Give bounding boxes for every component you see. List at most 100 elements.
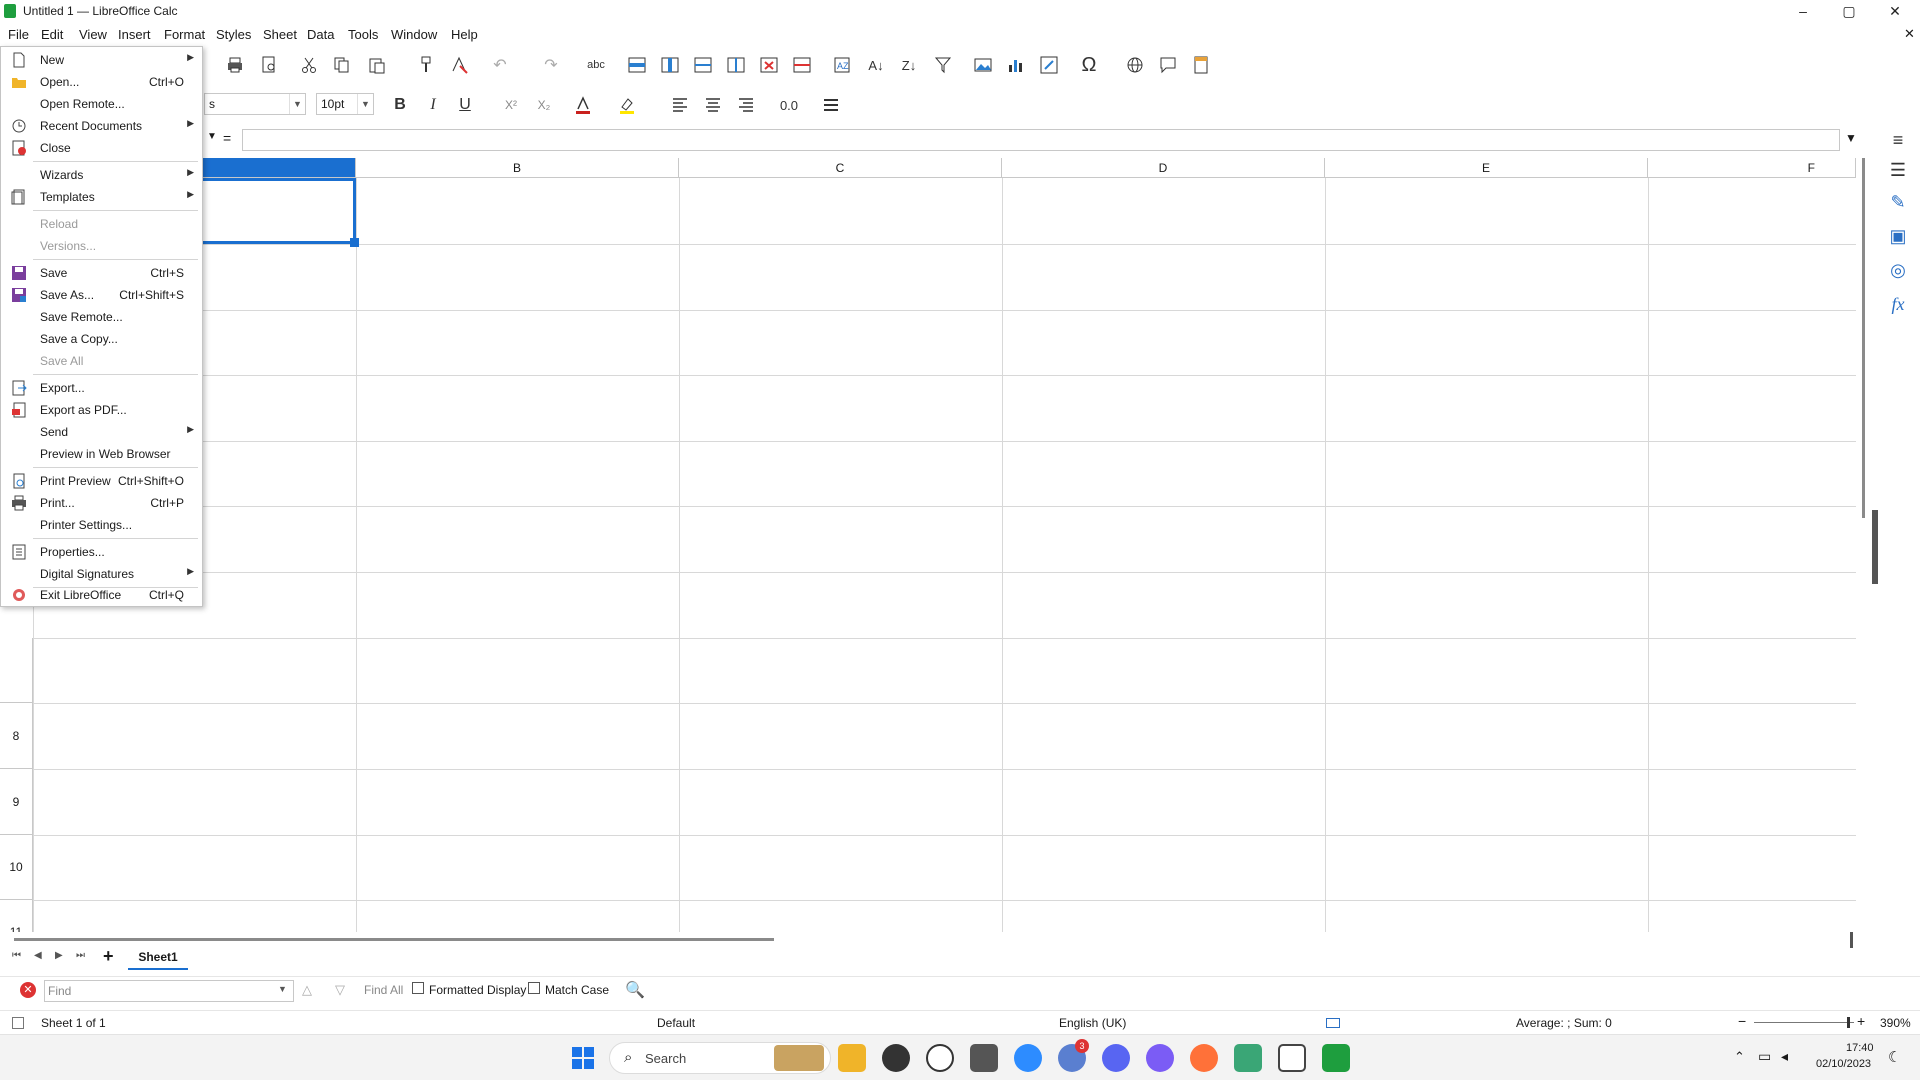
align-right-icon[interactable] bbox=[733, 92, 759, 118]
subscript-button[interactable]: X₂ bbox=[531, 92, 557, 118]
calculator-icon[interactable] bbox=[970, 1044, 998, 1072]
find-history-icon[interactable]: ▼ bbox=[278, 984, 287, 994]
sidebar-menu-icon[interactable]: ≡ bbox=[1886, 130, 1910, 154]
menu-item-save-remote[interactable]: Save Remote... bbox=[1, 306, 202, 328]
selection-summary[interactable]: Average: ; Sum: 0 bbox=[1516, 1016, 1612, 1030]
zoom-slider-thumb[interactable] bbox=[1847, 1017, 1850, 1028]
menu-item-digital-signatures[interactable]: Digital Signatures ▶ bbox=[1, 563, 202, 585]
clone-formatting-icon[interactable] bbox=[413, 52, 439, 78]
column-header-e[interactable]: E bbox=[1325, 158, 1648, 178]
comment-icon[interactable] bbox=[1155, 52, 1181, 78]
messenger-icon[interactable] bbox=[1146, 1044, 1174, 1072]
menu-item-wizards[interactable]: Wizards ▶ bbox=[1, 164, 202, 186]
spelling-icon[interactable]: abc bbox=[583, 52, 609, 78]
scrollbar-thumb[interactable] bbox=[1862, 158, 1865, 518]
menu-file[interactable]: File bbox=[8, 27, 29, 42]
row-header-9[interactable]: 9 bbox=[0, 769, 33, 835]
menu-item-save[interactable]: Save Ctrl+S bbox=[1, 262, 202, 284]
menu-item-open[interactable]: Open... Ctrl+O bbox=[1, 71, 202, 93]
menu-help[interactable]: Help bbox=[451, 27, 478, 42]
headers-footers-icon[interactable] bbox=[1188, 52, 1214, 78]
column-header-b[interactable]: B bbox=[356, 158, 679, 178]
paste-icon[interactable] bbox=[364, 52, 390, 78]
navigator-icon[interactable]: ◎ bbox=[1886, 260, 1910, 284]
menu-item-save-a-copy[interactable]: Save a Copy... bbox=[1, 328, 202, 350]
menu-item-preview-in-web-browser[interactable]: Preview in Web Browser bbox=[1, 443, 202, 465]
borders-icon[interactable] bbox=[818, 92, 844, 118]
delete-rows-icon[interactable] bbox=[756, 52, 782, 78]
page-style[interactable]: Default bbox=[657, 1016, 695, 1030]
horizontal-scrollbar[interactable] bbox=[14, 938, 774, 941]
menu-item-print[interactable]: Print... Ctrl+P bbox=[1, 492, 202, 514]
insert-columns-icon[interactable] bbox=[723, 52, 749, 78]
delete-columns-icon[interactable] bbox=[789, 52, 815, 78]
pivot-table-icon[interactable] bbox=[1036, 52, 1062, 78]
column-header-c[interactable]: C bbox=[679, 158, 1002, 178]
menu-item-printer-settings[interactable]: Printer Settings... bbox=[1, 514, 202, 536]
menu-item-reload[interactable]: Reload bbox=[1, 213, 202, 235]
document-modified-icon[interactable] bbox=[12, 1017, 24, 1029]
menu-item-save-as[interactable]: Save As... Ctrl+Shift+S bbox=[1, 284, 202, 306]
menu-data[interactable]: Data bbox=[307, 27, 334, 42]
sort-icon[interactable]: AZ bbox=[829, 52, 855, 78]
highlight-color-icon[interactable] bbox=[614, 92, 640, 118]
menu-insert[interactable]: Insert bbox=[118, 27, 151, 42]
print-preview-icon[interactable] bbox=[256, 52, 282, 78]
hyperlink-icon[interactable] bbox=[1122, 52, 1148, 78]
superscript-button[interactable]: X² bbox=[498, 92, 524, 118]
align-center-icon[interactable] bbox=[700, 92, 726, 118]
undo-icon[interactable]: ↶ bbox=[487, 52, 513, 78]
font-color-icon[interactable] bbox=[570, 92, 596, 118]
zoom-slider[interactable] bbox=[1754, 1022, 1854, 1023]
menu-item-send[interactable]: Send ▶ bbox=[1, 421, 202, 443]
name-box-dropdown-icon[interactable]: ▼ bbox=[207, 131, 217, 142]
menu-format[interactable]: Format bbox=[164, 27, 205, 42]
menu-edit[interactable]: Edit bbox=[41, 27, 63, 42]
selected-cell[interactable] bbox=[200, 178, 356, 244]
zoom-in-icon[interactable]: + bbox=[1857, 1013, 1865, 1029]
firefox-icon[interactable] bbox=[1190, 1044, 1218, 1072]
file-explorer-icon[interactable] bbox=[838, 1044, 866, 1072]
menu-item-export-as-pdf[interactable]: Export as PDF... bbox=[1, 399, 202, 421]
menu-item-recent-documents[interactable]: Recent Documents ▶ bbox=[1, 115, 202, 137]
notepad-icon[interactable] bbox=[1278, 1044, 1306, 1072]
chevron-down-icon[interactable]: ▼ bbox=[289, 94, 305, 114]
find-all-button[interactable]: Find All bbox=[364, 983, 403, 997]
zoom-out-icon[interactable]: − bbox=[1738, 1013, 1746, 1029]
menu-sheet[interactable]: Sheet bbox=[263, 27, 297, 42]
taskbar-search-box[interactable]: ⌕ Search bbox=[609, 1042, 831, 1074]
formula-equals[interactable]: = bbox=[223, 130, 231, 146]
find-input[interactable]: Find bbox=[44, 980, 294, 1002]
formatted-display-checkbox[interactable] bbox=[412, 982, 424, 994]
add-sheet-button[interactable]: + bbox=[103, 946, 114, 967]
print-icon[interactable] bbox=[222, 52, 248, 78]
last-sheet-icon[interactable]: ⏭ bbox=[76, 950, 85, 961]
row-header-11[interactable]: 11 bbox=[0, 900, 33, 932]
image-icon[interactable] bbox=[970, 52, 996, 78]
menu-item-save-all[interactable]: Save All bbox=[1, 350, 202, 372]
clock-app-icon[interactable] bbox=[926, 1044, 954, 1072]
windows-start-icon[interactable] bbox=[571, 1046, 595, 1070]
chevron-down-icon[interactable]: ▼ bbox=[357, 94, 373, 114]
close-button[interactable]: ✕ bbox=[1872, 0, 1918, 22]
vpn-app-icon[interactable] bbox=[1234, 1044, 1262, 1072]
menu-tools[interactable]: Tools bbox=[348, 27, 378, 42]
find-previous-icon[interactable]: △ bbox=[302, 982, 312, 998]
row-icon[interactable] bbox=[624, 52, 650, 78]
menu-window[interactable]: Window bbox=[391, 27, 437, 42]
zoom-level[interactable]: 390% bbox=[1880, 1016, 1911, 1030]
menu-item-exit-libreoffice[interactable]: Exit LibreOffice Ctrl+Q bbox=[1, 584, 202, 608]
column-icon[interactable] bbox=[657, 52, 683, 78]
restore-button[interactable]: ▢ bbox=[1826, 0, 1872, 22]
first-sheet-icon[interactable]: ⏮ bbox=[12, 950, 21, 961]
clear-formatting-icon[interactable] bbox=[446, 52, 472, 78]
chart-icon[interactable] bbox=[1003, 52, 1029, 78]
special-character-icon[interactable]: Ω bbox=[1076, 52, 1102, 78]
menu-item-templates[interactable]: Templates ▶ bbox=[1, 186, 202, 208]
next-sheet-icon[interactable]: ▶ bbox=[55, 950, 63, 961]
document-close-button[interactable]: ✕ bbox=[1904, 26, 1915, 42]
expand-formula-icon[interactable]: ▼ bbox=[1845, 131, 1857, 145]
row-header-7[interactable] bbox=[0, 638, 33, 703]
menu-view[interactable]: View bbox=[79, 27, 107, 42]
spreadsheet-grid[interactable]: B C D E F 8 9 10 11 bbox=[0, 158, 1856, 932]
